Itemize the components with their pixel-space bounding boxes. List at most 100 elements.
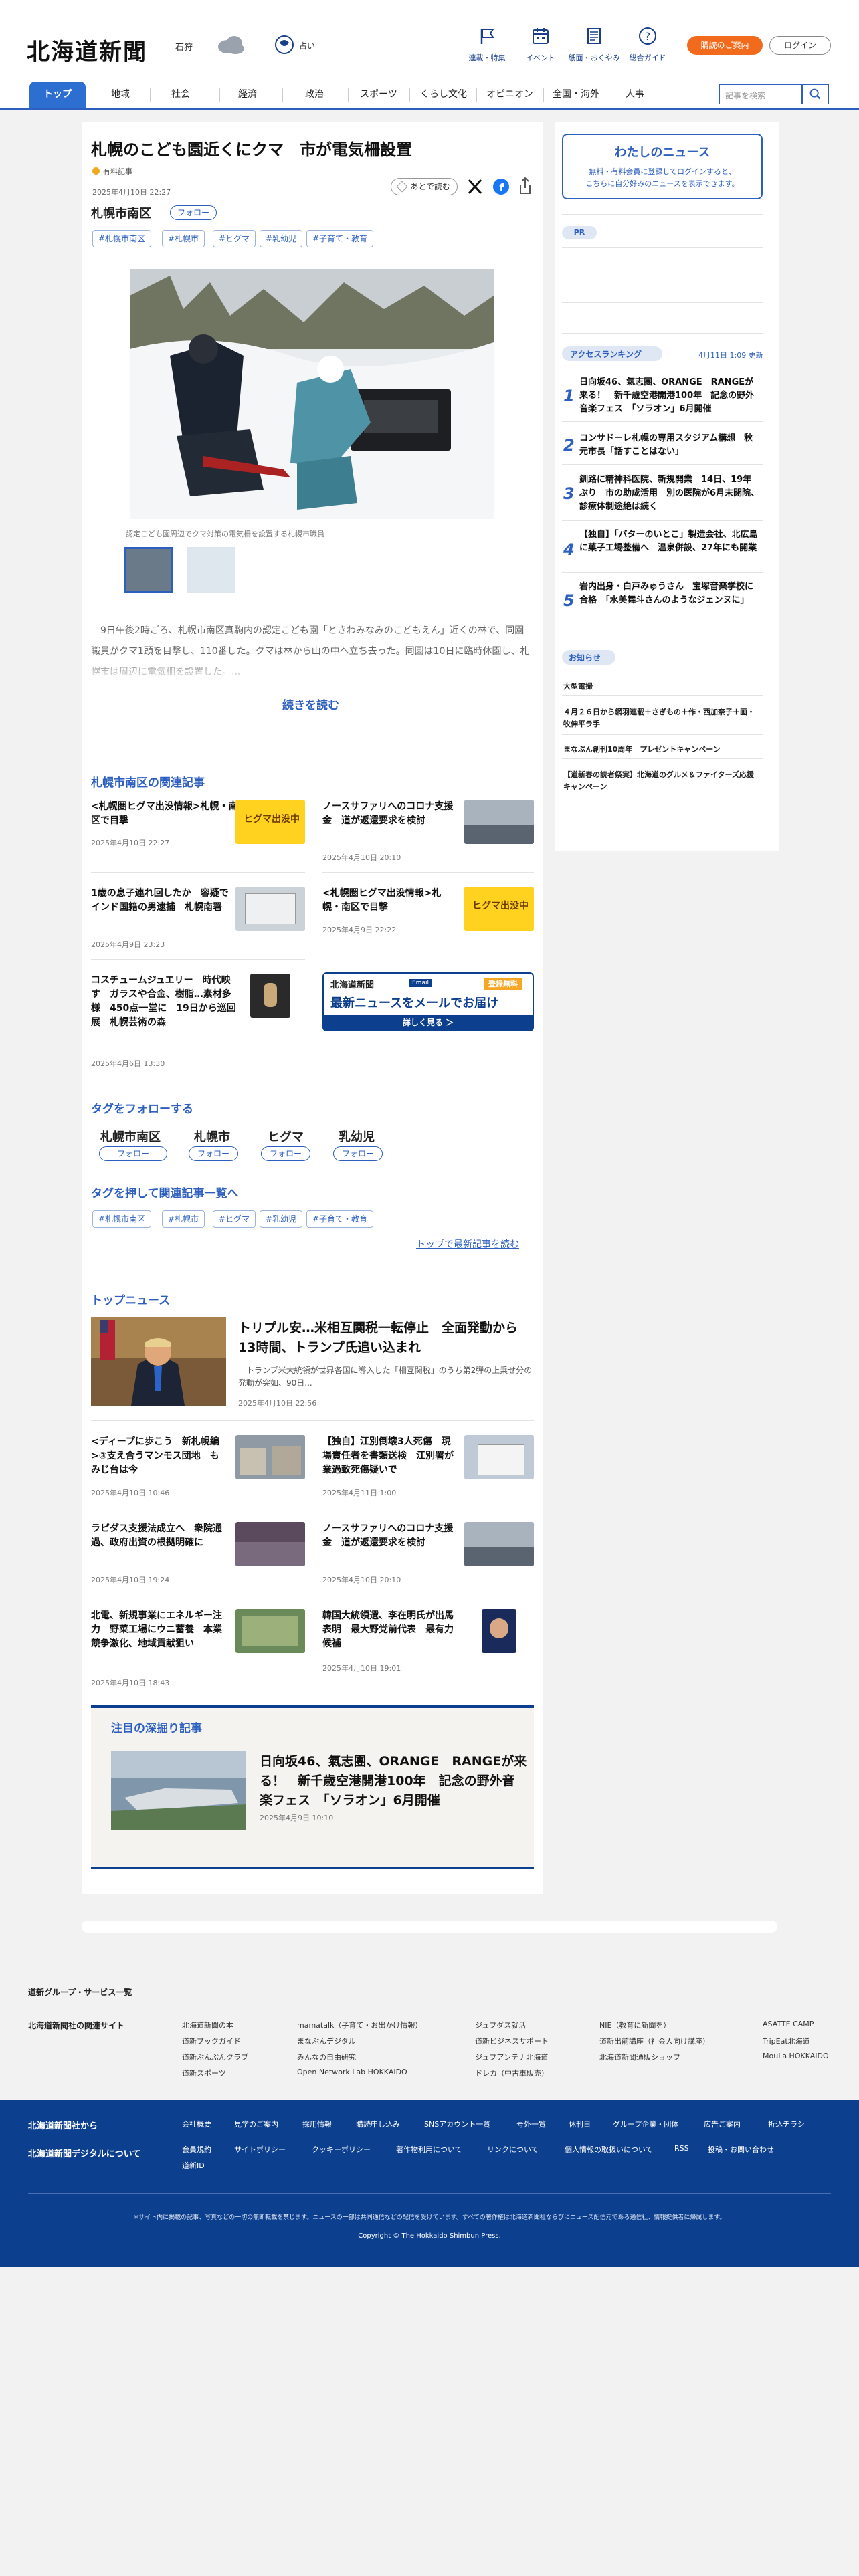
nav-paper[interactable]: 紙面・おくやみ (567, 27, 621, 63)
related-title[interactable]: <札幌圏ヒグマ出没情報>札幌・南区で目撃 (322, 887, 456, 915)
ranking-item[interactable]: 釧路に精神科医院、新規開業 14日、19年ぶり 市の助成活用 別の医院が6月末閉… (579, 473, 760, 514)
top-news-title[interactable]: ラピダス支援法成立へ 衆院通過、政府出資の根拠明確に (91, 1522, 222, 1550)
facebook-share-icon[interactable]: f (492, 178, 510, 195)
tab-society[interactable]: 社会 (154, 82, 207, 108)
company-link[interactable]: 休刊日 (569, 2119, 591, 2129)
notice-item[interactable]: ４月２６日から網羽連載＋さぎもの＋作・西加奈子＋画・牧伸平ラ手 (563, 706, 757, 730)
read-more-link[interactable]: 続きを読む (282, 695, 339, 712)
tag-chip[interactable]: #乳幼児 (260, 1210, 303, 1228)
digital-link[interactable]: 個人情報の取扱いについて (565, 2144, 653, 2155)
tab-politics[interactable]: 政治 (288, 82, 341, 108)
login-button[interactable]: ログイン (769, 36, 831, 55)
tab-personnel[interactable]: 人事 (611, 82, 658, 108)
company-link[interactable]: 広告ご案内 (704, 2119, 741, 2129)
footer-link[interactable]: MouLa HOKKAIDO (763, 2052, 829, 2060)
tab-economy[interactable]: 経済 (221, 82, 274, 108)
tab-lifestyle[interactable]: くらし文化 (412, 82, 475, 108)
fortune-label[interactable]: 占い (299, 40, 315, 51)
ranking-label[interactable]: アクセスランキング (570, 348, 642, 360)
tab-sports[interactable]: スポーツ (351, 82, 407, 108)
ranking-item[interactable]: コンサドーレ札幌の専用スタジアム構想 秋元市長「話すことはない」 (579, 432, 760, 459)
ranking-item[interactable]: 【独自】「バターのいとこ」製造会社、北広島に菓子工場整備へ 温泉併設、27年にも… (579, 528, 760, 555)
follow-tag-button[interactable]: フォロー (189, 1146, 238, 1161)
article-photo[interactable] (130, 269, 494, 519)
nav-series[interactable]: 連載・特集 (460, 27, 514, 63)
digital-link[interactable]: 著作物利用について (396, 2144, 462, 2155)
top-news-title[interactable]: 韓国大統領選、李在明氏が出馬表明 最大野党前代表 最有力候補 (322, 1609, 456, 1651)
fortune-icon[interactable] (274, 35, 294, 55)
footer-link[interactable]: 北海道新聞通販ショップ (599, 2052, 680, 2062)
footer-link[interactable]: ジュプアンテナ北海道 (475, 2052, 548, 2062)
tag-chip[interactable]: #子育て・教育 (306, 1210, 374, 1228)
location-label[interactable]: 石狩 (175, 40, 193, 53)
digital-link[interactable]: 投稿・お問い合わせ (708, 2144, 774, 2155)
tag-chip[interactable]: #札幌市 (162, 1210, 205, 1228)
photo-thumb-2[interactable] (187, 547, 235, 593)
tab-top[interactable]: トップ (29, 82, 86, 108)
company-link[interactable]: 見学のご案内 (234, 2119, 278, 2129)
top-latest-link[interactable]: トップで最新記事を読む (416, 1237, 519, 1251)
site-logo[interactable]: 北海道新聞 (27, 33, 147, 66)
digital-link[interactable]: 道新ID (182, 2160, 205, 2171)
deep-dive-heading[interactable]: 注目の深掘り記事 (111, 1719, 202, 1735)
footer-link[interactable]: ドレカ（中古車販売） (475, 2068, 549, 2078)
notice-item[interactable]: まなぶん創刊10周年 プレゼントキャンペーン (563, 744, 757, 754)
footer-link[interactable]: 道新ビジネスサポート (475, 2036, 549, 2046)
top-news-thumb[interactable] (464, 1522, 534, 1566)
digital-link[interactable]: クッキーポリシー (312, 2144, 371, 2155)
tag-chip[interactable]: #札幌市南区 (92, 230, 152, 247)
digital-link[interactable]: 会員規約 (182, 2144, 211, 2155)
top-news-thumb[interactable] (235, 1522, 305, 1566)
subscribe-button[interactable]: 購読のご案内 (687, 36, 763, 55)
footer-link[interactable]: NIE（教育に新聞を） (599, 2020, 670, 2030)
follow-button[interactable]: フォロー (170, 205, 217, 220)
search-icon[interactable] (802, 84, 829, 104)
footer-link[interactable]: mamatalk（子育て・お出かけ情報） (297, 2020, 422, 2030)
search-input[interactable]: 記事を検索 (719, 84, 802, 104)
lead-news-title[interactable]: トリプル安…米相互関税一転停止 全面発動から13時間、トランプ氏追い込まれ (238, 1319, 533, 1358)
notice-item[interactable]: 【道新春の読者祭実】北海道のグルメ＆ファイターズ応援キャンペーン (563, 769, 757, 793)
top-news-thumb[interactable] (235, 1609, 305, 1653)
related-title[interactable]: コスチュームジュエリー 時代映す ガラスや合金、樹脂…素材多様 450点一堂に … (91, 974, 240, 1030)
top-news-thumb[interactable] (464, 1435, 534, 1479)
top-news-thumb[interactable] (235, 1435, 305, 1479)
tag-chip[interactable]: #ヒグマ (213, 1210, 256, 1228)
tab-region[interactable]: 地域 (94, 82, 147, 108)
company-link[interactable]: 採用情報 (302, 2119, 332, 2129)
company-link[interactable]: グループ企業・団体 (613, 2119, 678, 2129)
tag-chip[interactable]: #札幌市 (162, 230, 205, 247)
footer-link[interactable]: ジュプダス就活 (475, 2020, 526, 2030)
follow-tag-button[interactable]: フォロー (99, 1146, 167, 1161)
related-thumb[interactable] (250, 974, 290, 1018)
digital-link[interactable]: リンクについて (487, 2144, 539, 2155)
tab-opinion[interactable]: オピニオン (478, 82, 542, 108)
footer-link[interactable]: Open Network Lab HOKKAIDO (297, 2068, 407, 2076)
tag-chip[interactable]: #乳幼児 (260, 230, 303, 247)
follow-tag-button[interactable]: フォロー (261, 1146, 310, 1161)
email-newsletter-banner[interactable]: 北海道新聞 Email 登録無料 最新ニュースをメールでお届け 詳しく見る ＞ (322, 972, 534, 1031)
footer-link[interactable]: 北海道新聞の本 (182, 2020, 233, 2030)
x-share-icon[interactable] (466, 178, 484, 195)
company-link[interactable]: 折込チラシ (768, 2119, 805, 2129)
ranking-item[interactable]: 岩内出身・白戸みゅうさん 宝塚音楽学校に合格 「水美舞斗さんのようなジェンヌに」 (579, 580, 760, 607)
top-news-title[interactable]: 北電、新規事業にエネルギー注力 野菜工場にウニ蓄養 本業競争激化、地域貢献狙い (91, 1609, 222, 1651)
footer-link[interactable]: 道新ぶんぶんクラブ (182, 2052, 248, 2062)
footer-link[interactable]: まなぶんデジタル (297, 2036, 356, 2046)
related-thumb[interactable]: ヒグマ出没中 (235, 800, 305, 844)
company-link[interactable]: 会社概要 (182, 2119, 211, 2129)
notice-item[interactable]: 大型電撮 (563, 681, 757, 691)
footer-link[interactable]: 道新出前講座（社会人向け講座） (599, 2036, 710, 2046)
related-title[interactable]: 1歳の息子連れ回したか 容疑でインド国籍の男逮捕 札幌南署 (91, 887, 229, 915)
ranking-item[interactable]: 日向坂46、氣志團、ORANGE RANGEが来る！ 新千歳空港開港100年 記… (579, 376, 760, 416)
company-link[interactable]: 購読申し込み (356, 2119, 400, 2129)
digital-link[interactable]: RSS (674, 2144, 689, 2153)
my-news-login-link[interactable]: ログイン (677, 167, 706, 176)
top-news-title[interactable]: ノースサファリへのコロナ支援金 道が返還要求を検討 (322, 1522, 456, 1550)
related-title[interactable]: <札幌圏ヒグマ出没情報>札幌・南区で目撃 (91, 800, 238, 828)
nav-events[interactable]: イベント (514, 27, 567, 63)
deep-dive-title[interactable]: 日向坂46、氣志團、ORANGE RANGEが来る！ 新千歳空港開港100年 記… (260, 1752, 527, 1810)
footer-link[interactable]: ASATTE CAMP (763, 2020, 814, 2028)
deep-dive-photo[interactable] (111, 1751, 246, 1830)
related-thumb[interactable] (464, 800, 534, 844)
save-later-button[interactable]: あとで読む (391, 178, 458, 195)
